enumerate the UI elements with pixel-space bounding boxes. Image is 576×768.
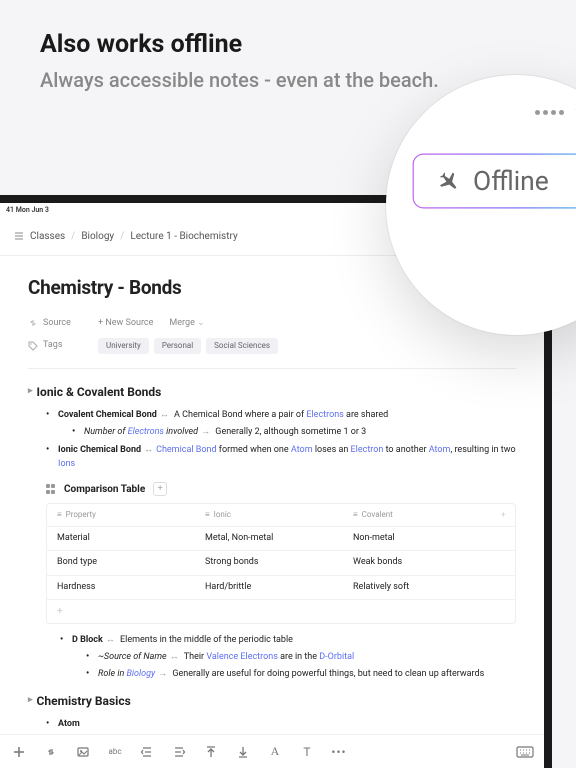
more-icon (535, 110, 564, 115)
menu-icon[interactable] (14, 231, 24, 241)
table-header: ≡ Ionic (195, 504, 343, 526)
tag-pill[interactable]: University (98, 338, 149, 354)
hero-title: Also works offline (40, 30, 536, 59)
table-row: Bond type Strong bonds Weak bonds (47, 551, 515, 576)
editor-toolbar: abc A T ••• (0, 734, 544, 768)
text-format-button[interactable]: abc (106, 743, 124, 761)
breadcrumb-item[interactable]: Biology (81, 231, 114, 242)
breadcrumb-item[interactable]: Classes (30, 231, 65, 242)
tag-pill[interactable]: Personal (154, 338, 201, 354)
add-row-button[interactable]: + (47, 600, 515, 623)
link[interactable]: D-Orbital (319, 652, 354, 662)
add-table-button[interactable]: + (153, 482, 167, 496)
table-title: Comparison Table (64, 482, 145, 497)
tags-label: Tags (28, 339, 82, 353)
list-item: Role in Biology→ Generally are useful fo… (86, 668, 516, 682)
section-heading: Chemistry Basics (28, 692, 516, 710)
move-up-button[interactable] (202, 743, 220, 761)
table-title-row: Comparison Table + (46, 482, 516, 497)
link[interactable]: Valence Electrons (206, 652, 278, 662)
link-button[interactable] (42, 743, 60, 761)
document-body: Chemistry - Bonds Source + New Source Me… (0, 256, 544, 768)
breadcrumb-item[interactable]: Lecture 1 - Biochemistry (130, 231, 237, 242)
tags-list: University Personal Social Sciences (98, 338, 278, 354)
link[interactable]: Electron (351, 445, 384, 455)
offline-label: Offline (473, 166, 549, 197)
table-row: Hardness Hard/brittle Relatively soft (47, 576, 515, 601)
offline-pill: Offline (412, 154, 576, 209)
link-icon (28, 318, 38, 328)
table-header: ≡ Covalent (343, 504, 491, 526)
table-row: Material Metal, Non-metal Non-metal (47, 527, 515, 552)
tag-icon (28, 341, 38, 351)
indent-left-button[interactable] (138, 743, 156, 761)
list-item: Covalent Chemical Bond↔ A Chemical Bond … (46, 409, 516, 440)
link[interactable]: Atom (291, 445, 313, 455)
image-button[interactable] (74, 743, 92, 761)
link[interactable]: Atom (429, 445, 451, 455)
list-item: Number of Electrons involved→ Generally … (72, 426, 516, 440)
list-item: ~Source of Name↔ Their Valence Electrons… (86, 651, 516, 665)
list-item: Ionic Chemical Bond↔Chemical Bond formed… (46, 444, 516, 472)
move-down-button[interactable] (234, 743, 252, 761)
tags-row: Tags University Personal Social Sciences (28, 338, 516, 354)
source-label: Source (28, 317, 82, 331)
bullet-list: Covalent Chemical Bond↔ A Chemical Bond … (28, 409, 516, 472)
comparison-table: ≡ Property ≡ Ionic ≡ Covalent + Material… (46, 503, 516, 625)
source-row: Source + New Source Merge ⌄ (28, 317, 516, 331)
link[interactable]: Ions (58, 459, 75, 469)
add-column-button[interactable]: + (491, 504, 515, 526)
bullet-list: D Block↔ Elements in the middle of the p… (28, 634, 516, 682)
list-item: D Block↔ Elements in the middle of the p… (60, 634, 516, 682)
indent-right-button[interactable] (170, 743, 188, 761)
table-header-row: ≡ Property ≡ Ionic ≡ Covalent + (47, 504, 515, 527)
merge-button[interactable]: Merge ⌄ (169, 317, 204, 331)
link[interactable]: Chemical Bond (156, 445, 216, 455)
airplane-icon (437, 169, 461, 193)
text-style-button[interactable]: T (298, 743, 316, 761)
link[interactable]: Electrons (128, 427, 164, 437)
add-block-button[interactable] (10, 743, 28, 761)
magnifier-status-icons (535, 105, 576, 120)
new-source-button[interactable]: + New Source (98, 317, 153, 331)
link[interactable]: Electrons (306, 410, 343, 420)
tag-pill[interactable]: Social Sciences (206, 338, 278, 354)
link[interactable]: Biology (126, 669, 155, 679)
table-header: ≡ Property (47, 504, 195, 526)
divider (28, 368, 516, 369)
keyboard-button[interactable] (516, 743, 534, 761)
table-icon (46, 484, 56, 494)
section-heading: Ionic & Covalent Bonds (28, 383, 516, 401)
font-button[interactable]: A (266, 743, 284, 761)
more-button[interactable]: ••• (330, 743, 348, 761)
